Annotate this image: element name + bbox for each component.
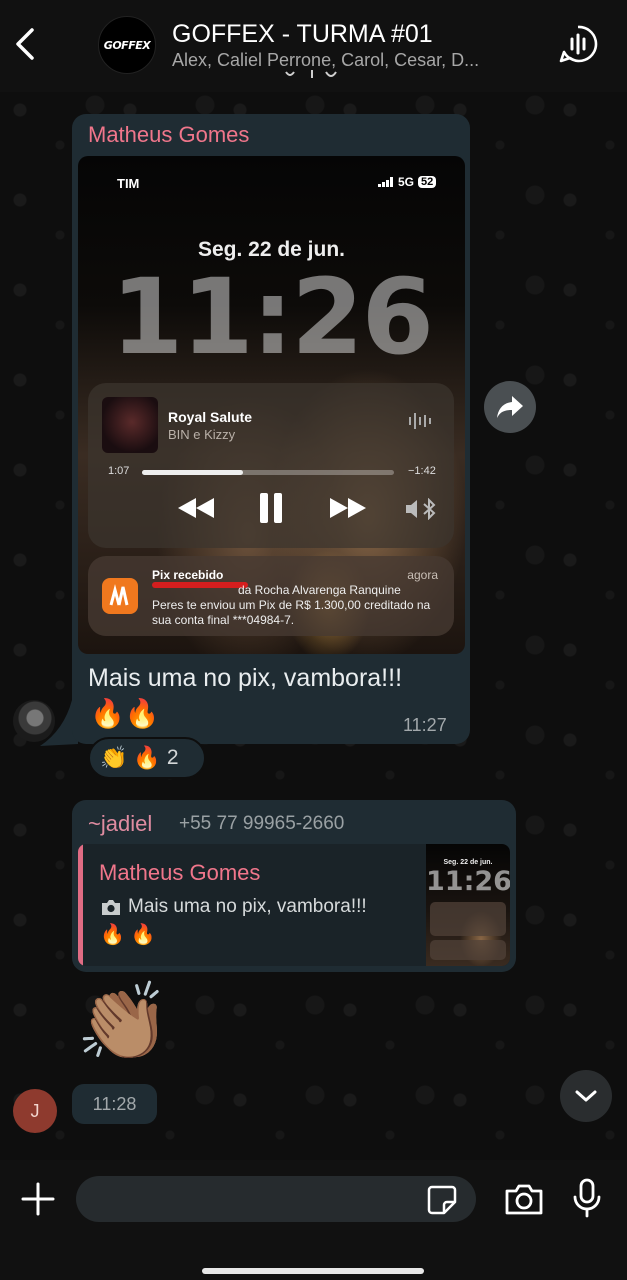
forward-button[interactable] <box>484 381 536 433</box>
partial-previous-message <box>285 70 337 78</box>
rewind-icon <box>178 498 214 518</box>
track-title: Royal Salute <box>168 409 253 425</box>
notification-body-rest: Peres te enviou um Pix de R$ 1.300,00 cr… <box>152 598 431 627</box>
camera-icon <box>102 900 120 915</box>
playback-progress-fill <box>142 470 243 475</box>
group-avatar[interactable]: GOFFEX <box>98 16 156 74</box>
reactions-pill[interactable]: 👏 🔥 2 <box>88 737 206 779</box>
message-time: 11:27 <box>403 715 447 735</box>
message-time: 11:28 <box>72 1084 157 1124</box>
sender-avatar[interactable]: J <box>13 1089 57 1133</box>
signal-icon <box>378 177 393 187</box>
image-attachment[interactable]: TIM 5G 52 Seg. 22 de jun. 11:26 Royal Sa… <box>78 156 465 654</box>
time-remaining: −1:42 <box>408 465 436 477</box>
quoted-message[interactable]: Matheus Gomes Mais uma no pix, vambora!!… <box>78 844 510 966</box>
scroll-to-bottom-button[interactable] <box>560 1070 612 1122</box>
voice-chat-icon[interactable] <box>558 24 598 64</box>
attach-plus-icon[interactable] <box>20 1181 56 1217</box>
home-indicator <box>202 1268 424 1274</box>
sticker-icon[interactable] <box>426 1184 458 1216</box>
message-input[interactable] <box>76 1176 476 1222</box>
quoted-text: Mais uma no pix, vambora!!! <box>128 896 367 917</box>
waveform-icon <box>409 413 431 429</box>
thumb-music-card <box>430 902 506 936</box>
pause-icon <box>260 493 282 523</box>
sender-avatar[interactable] <box>13 700 55 742</box>
album-art <box>102 397 158 453</box>
notification-title: Pix recebido <box>152 568 224 582</box>
track-artist: BIN e Kizzy <box>168 427 236 442</box>
quoted-image-thumbnail: Seg. 22 de jun. 11:26 <box>426 844 510 966</box>
fire-emoji: 🔥🔥 <box>90 698 160 729</box>
carrier-label: TIM <box>117 176 140 191</box>
notification-time: agora <box>407 568 438 582</box>
sender-phone: +55 77 99965-2660 <box>179 813 345 834</box>
fast-forward-icon <box>330 498 366 518</box>
thumb-notification <box>430 940 506 960</box>
bank-app-icon <box>102 578 138 614</box>
network-label: 5G <box>398 175 415 189</box>
quoted-sender: Matheus Gomes <box>99 860 261 885</box>
time-elapsed: 1:07 <box>108 465 130 477</box>
playback-progress <box>142 470 394 475</box>
back-arrow-icon[interactable] <box>10 26 40 62</box>
clap-sticker[interactable]: 👏🏽 <box>76 980 171 1066</box>
chevron-down-icon <box>575 1090 597 1102</box>
fire-reaction: 🔥 <box>133 745 161 770</box>
sender-name[interactable]: ~jadiel <box>88 811 152 837</box>
status-indicators: 5G 52 <box>378 175 437 189</box>
group-title[interactable]: GOFFEX - TURMA #01 <box>172 20 433 49</box>
reaction-count: 2 <box>166 746 179 769</box>
group-members[interactable]: Alex, Caliel Perrone, Carol, Cesar, D... <box>172 50 479 71</box>
thumb-date: Seg. 22 de jun. <box>443 859 493 866</box>
speaker-bluetooth-icon <box>406 498 436 520</box>
pix-notification: Pix recebido agora da Rocha Alvarenga Ra… <box>88 556 454 636</box>
message-text: Mais uma no pix, vambora!!! <box>88 664 403 692</box>
lockscreen-time: 11:26 <box>110 256 434 378</box>
battery-icon: 52 <box>418 176 437 188</box>
thumb-time: 11:26 <box>426 866 510 897</box>
clap-reaction: 👏 <box>100 745 128 770</box>
music-player-widget: Royal Salute BIN e Kizzy 1:07 −1:42 <box>88 383 454 548</box>
camera-icon[interactable] <box>504 1182 544 1216</box>
forward-arrow-icon <box>497 396 523 418</box>
notification-body: da Rocha Alvarenga Ranquine Peres te env… <box>152 583 442 628</box>
microphone-icon[interactable] <box>572 1178 602 1218</box>
quoted-text-row: Mais uma no pix, vambora!!! <box>100 896 367 918</box>
notification-body-line1: da Rocha Alvarenga Ranquine <box>238 583 401 597</box>
sender-name[interactable]: Matheus Gomes <box>88 122 249 148</box>
group-avatar-logo: GOFFEX <box>103 38 151 52</box>
quote-accent-bar <box>78 844 83 966</box>
quoted-fire-emoji: 🔥 🔥 <box>100 924 156 946</box>
